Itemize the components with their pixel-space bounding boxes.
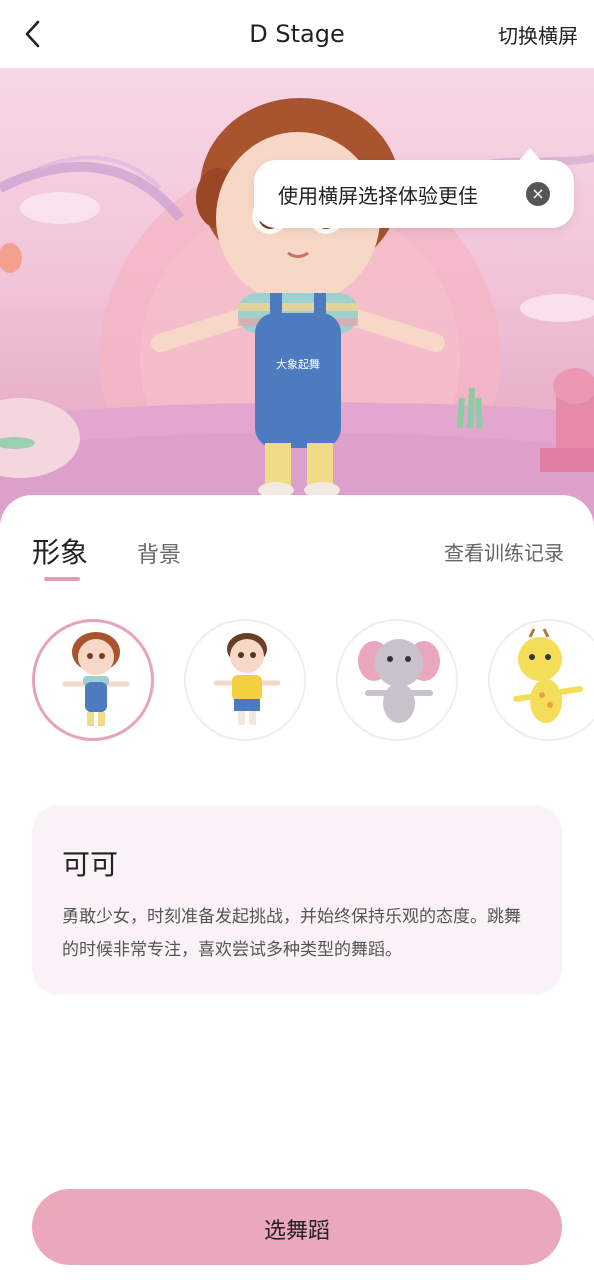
landscape-tip-tooltip: 使用横屏选择体验更佳 × (254, 148, 574, 228)
avatar-list (32, 619, 594, 743)
character-name: 可可 (62, 848, 119, 881)
boy-avatar[interactable] (184, 619, 306, 741)
tab-background[interactable]: 背景 (137, 537, 181, 569)
giraffe-avatar[interactable] (488, 619, 594, 741)
tab-avatar[interactable]: 形象 (32, 531, 88, 571)
selection-panel: 形象 背景 查看训练记录 可可 勇敢少女，时刻准备发起挑战，并始终保持乐观的态度… (0, 495, 594, 1280)
tab-indicator (44, 577, 80, 581)
app-header: D Stage 切换横屏 (0, 0, 594, 68)
choose-dance-button[interactable]: 选舞蹈 (32, 1189, 562, 1265)
choose-dance-label: 选舞蹈 (263, 1219, 330, 1244)
tooltip-text: 使用横屏选择体验更佳 (278, 184, 478, 208)
character-info-card: 可可 勇敢少女，时刻准备发起挑战，并始终保持乐观的态度。跳舞的时候非常专注，喜欢… (32, 805, 562, 995)
switch-landscape-button[interactable]: 切换横屏 (498, 20, 578, 49)
training-records-link[interactable]: 查看训练记录 (444, 537, 564, 566)
character-description: 勇敢少女，时刻准备发起挑战，并始终保持乐观的态度。跳舞的时候非常专注，喜欢尝试多… (62, 907, 521, 960)
shirt-logo-text: 大象起舞 (276, 357, 320, 371)
girl-avatar-image (62, 632, 130, 726)
elephant-avatar[interactable] (336, 619, 458, 741)
girl-avatar[interactable] (32, 619, 154, 741)
close-icon[interactable]: × (526, 182, 550, 206)
boy-avatar-image (213, 633, 281, 725)
giraffe-avatar-image (513, 628, 583, 723)
character-stage: 大象起舞 使用横屏选择体验更佳 × (0, 68, 594, 528)
elephant-avatar-image (358, 639, 440, 723)
stage-scene: 大象起舞 (0, 98, 594, 528)
